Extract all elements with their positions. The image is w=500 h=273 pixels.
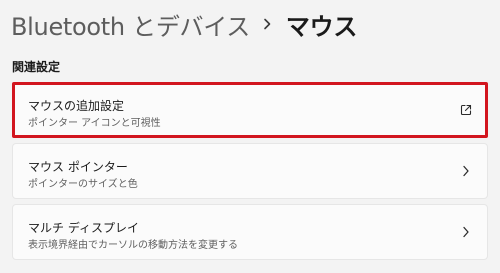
chevron-right-icon [459,225,473,239]
card-description: ポインター アイコンと可視性 [28,118,161,129]
page-title: マウス [285,12,358,41]
section-heading-related-settings: 関連設定 [12,60,61,74]
card-description: 表示境界経由でカーソルの移動方法を変更する [28,240,238,251]
card-title: マウス ポインター [28,160,128,174]
breadcrumb: Bluetooth とデバイス マウス [11,4,357,44]
breadcrumb-parent-bluetooth-devices[interactable]: Bluetooth とデバイス [11,7,250,42]
multi-display-settings-item[interactable]: マルチ ディスプレイ 表示境界経由でカーソルの移動方法を変更する [12,204,488,260]
additional-mouse-settings-link[interactable]: マウスの追加設定 ポインター アイコンと可視性 [12,82,488,138]
card-title: マウスの追加設定 [28,99,125,113]
mouse-pointer-settings-item[interactable]: マウス ポインター ポインターのサイズと色 [12,143,488,199]
open-external-icon [459,103,473,117]
chevron-right-icon [459,164,473,178]
card-description: ポインターのサイズと色 [28,179,138,190]
chevron-right-icon [263,18,272,30]
card-title: マルチ ディスプレイ [28,221,139,235]
